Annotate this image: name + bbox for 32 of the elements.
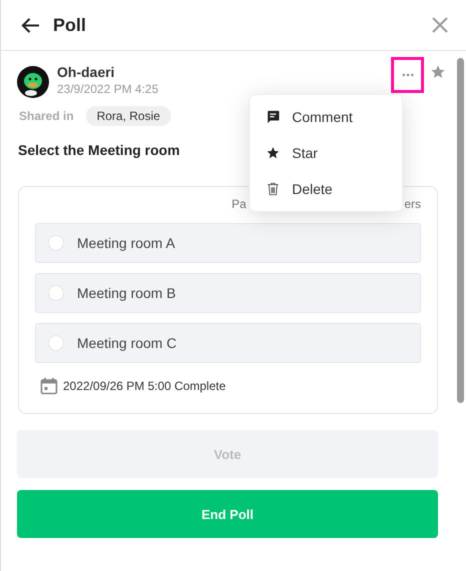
radio-button[interactable] <box>48 285 64 301</box>
calendar-icon <box>40 377 58 395</box>
shared-chip: Rora, Rosie <box>86 106 172 126</box>
post-timestamp: 23/9/2022 PM 4:25 <box>57 82 160 96</box>
scrollbar[interactable] <box>457 58 464 403</box>
star-icon <box>266 146 280 160</box>
option-label: Meeting room C <box>77 335 177 351</box>
delete-menu-item[interactable]: Delete <box>250 171 402 207</box>
participants-text: Pa <box>232 197 246 213</box>
avatar <box>17 66 49 98</box>
poll-option[interactable]: Meeting room A <box>35 223 421 263</box>
ellipsis-icon <box>402 73 414 77</box>
star-menu-item[interactable]: Star <box>250 135 402 171</box>
trash-icon <box>266 182 280 196</box>
radio-button[interactable] <box>48 335 64 351</box>
star-icon[interactable] <box>430 64 446 80</box>
comment-icon <box>266 110 280 124</box>
shared-label: Shared in <box>19 109 74 123</box>
radio-button[interactable] <box>48 235 64 251</box>
participants-text: ers <box>404 197 421 213</box>
option-label: Meeting room B <box>77 285 176 301</box>
poll-option[interactable]: Meeting room B <box>35 273 421 313</box>
author-name: Oh-daeri <box>57 64 116 80</box>
poll-option[interactable]: Meeting room C <box>35 323 421 363</box>
page-title: Poll <box>53 14 88 36</box>
option-label: Meeting room A <box>77 235 176 251</box>
comment-menu-item[interactable]: Comment <box>250 99 402 135</box>
deadline-text: 2022/09/26 PM 5:00 Complete <box>63 379 226 393</box>
more-button[interactable] <box>391 57 424 93</box>
close-icon[interactable] <box>432 17 448 33</box>
back-arrow-icon[interactable] <box>21 16 40 34</box>
poll-question: Select the Meeting room <box>18 142 180 158</box>
